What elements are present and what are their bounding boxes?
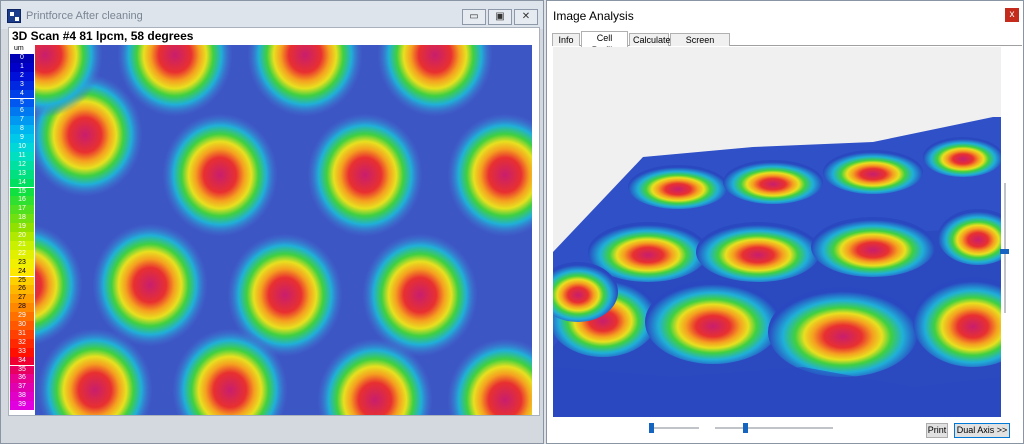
legend-value: 13 (10, 169, 34, 179)
legend-value: 4 (10, 89, 34, 99)
legend-value: 20 (10, 232, 34, 241)
cell-profile-peak (696, 222, 820, 282)
legend-value: 11 (10, 151, 34, 161)
left-window-title: Printforce After cleaning (26, 10, 143, 22)
legend-value: 8 (10, 125, 34, 135)
right-window-title: Image Analysis (553, 9, 634, 23)
legend-value: 33 (10, 347, 34, 357)
cell-profile-peak (923, 137, 1003, 177)
legend-value: 1 (10, 62, 34, 72)
app-icon (7, 9, 21, 23)
legend-value: 26 (10, 285, 34, 295)
analysis-tabs: Info Cell Profile Calculate Screen Count (552, 31, 1022, 57)
cell-profile-peak (628, 165, 728, 209)
right-title-bar[interactable]: Image Analysis x (547, 1, 1023, 29)
cell-peak (92, 223, 208, 347)
minimize-button[interactable]: ▭ (462, 9, 486, 25)
legend-value: 17 (10, 205, 34, 215)
legend-value: 39 (10, 401, 34, 410)
rotation-slider-track[interactable] (651, 427, 699, 429)
left-status-strip (1, 419, 543, 443)
tab-screen-count[interactable]: Screen Count (670, 33, 730, 57)
cell-profile-peak (768, 287, 918, 377)
legend-value: 34 (10, 356, 34, 366)
legend-value: 18 (10, 214, 34, 224)
heatmap-image (35, 45, 532, 415)
legend-value: 23 (10, 258, 34, 268)
legend-value: 29 (10, 312, 34, 321)
legend-value: 36 (10, 374, 34, 384)
close-icon: ✕ (521, 11, 531, 22)
legend-value: 38 (10, 392, 34, 402)
dual-axis-button[interactable]: Dual Axis >> (954, 423, 1010, 438)
cell-peak (162, 113, 278, 237)
left-title-bar[interactable]: Printforce After cleaning ▭ ▣ ✕ (1, 1, 543, 29)
tab-cell-profile[interactable]: Cell Profile (581, 31, 628, 55)
vertical-slider-thumb[interactable] (1000, 249, 1009, 254)
image-analysis-window: Image Analysis x Info Cell Profile Calcu… (538, 0, 1024, 444)
legend-value: 3 (10, 80, 34, 90)
legend-value: 21 (10, 240, 34, 250)
legend-value: 22 (10, 249, 34, 259)
tilt-slider-thumb[interactable] (743, 423, 748, 433)
rotation-slider-thumb[interactable] (649, 423, 654, 433)
legend-value: 24 (10, 267, 34, 277)
close-icon[interactable]: x (1005, 8, 1019, 22)
legend-unit: um (14, 45, 24, 52)
maximize-icon: ▣ (495, 11, 505, 22)
desktop: Printforce After cleaning ▭ ▣ ✕ 3D Scan … (0, 0, 1024, 444)
legend-value: 27 (10, 294, 34, 304)
cell-profile-3d-image (538, 47, 1024, 417)
legend-value: 16 (10, 196, 34, 206)
legend-value: 7 (10, 116, 34, 126)
legend-value: 10 (10, 143, 34, 152)
legend-value: 31 (10, 329, 34, 339)
legend-value: 15 (10, 187, 34, 197)
legend-value: 32 (10, 338, 34, 348)
scan-view: 3D Scan #4 81 lpcm, 58 degrees um 012345… (8, 27, 540, 416)
cell-profile-peak (645, 280, 781, 364)
print-button[interactable]: Print (926, 423, 948, 438)
cell-profile-peak (823, 150, 923, 194)
cell-profile-3d-view (538, 47, 1024, 417)
minimize-icon: ▭ (469, 11, 479, 22)
tab-info[interactable]: Info (552, 33, 580, 46)
legend-value: 0 (10, 54, 34, 63)
legend-value: 30 (10, 321, 34, 330)
legend-value: 6 (10, 107, 34, 117)
cell-peak (307, 113, 423, 237)
printforce-window: Printforce After cleaning ▭ ▣ ✕ 3D Scan … (0, 0, 544, 444)
legend-value: 9 (10, 134, 34, 143)
legend-value: 12 (10, 160, 34, 170)
legend-value: 25 (10, 276, 34, 286)
cell-profile-peak (811, 217, 935, 277)
depth-legend: um 0 1 2 3 4 5 6 7 8 9 10 11 12 13 14 15 16 17 18 19 20 21 22 2… (10, 45, 34, 415)
vertical-slider-track[interactable] (1004, 183, 1006, 313)
legend-value: 14 (10, 178, 34, 188)
legend-value: 5 (10, 98, 34, 108)
scan-title: 3D Scan #4 81 lpcm, 58 degrees (12, 29, 194, 43)
maximize-button[interactable]: ▣ (488, 9, 512, 25)
legend-value: 28 (10, 303, 34, 313)
legend-value: 35 (10, 365, 34, 375)
depth-heatmap (35, 45, 532, 415)
tab-calculate[interactable]: Calculate (629, 33, 671, 46)
legend-value: 19 (10, 223, 34, 232)
cell-profile-peak (723, 160, 823, 204)
legend-value: 2 (10, 71, 34, 81)
tilt-slider-track[interactable] (715, 427, 833, 429)
legend-value: 37 (10, 383, 34, 393)
close-button[interactable]: ✕ (514, 9, 538, 25)
